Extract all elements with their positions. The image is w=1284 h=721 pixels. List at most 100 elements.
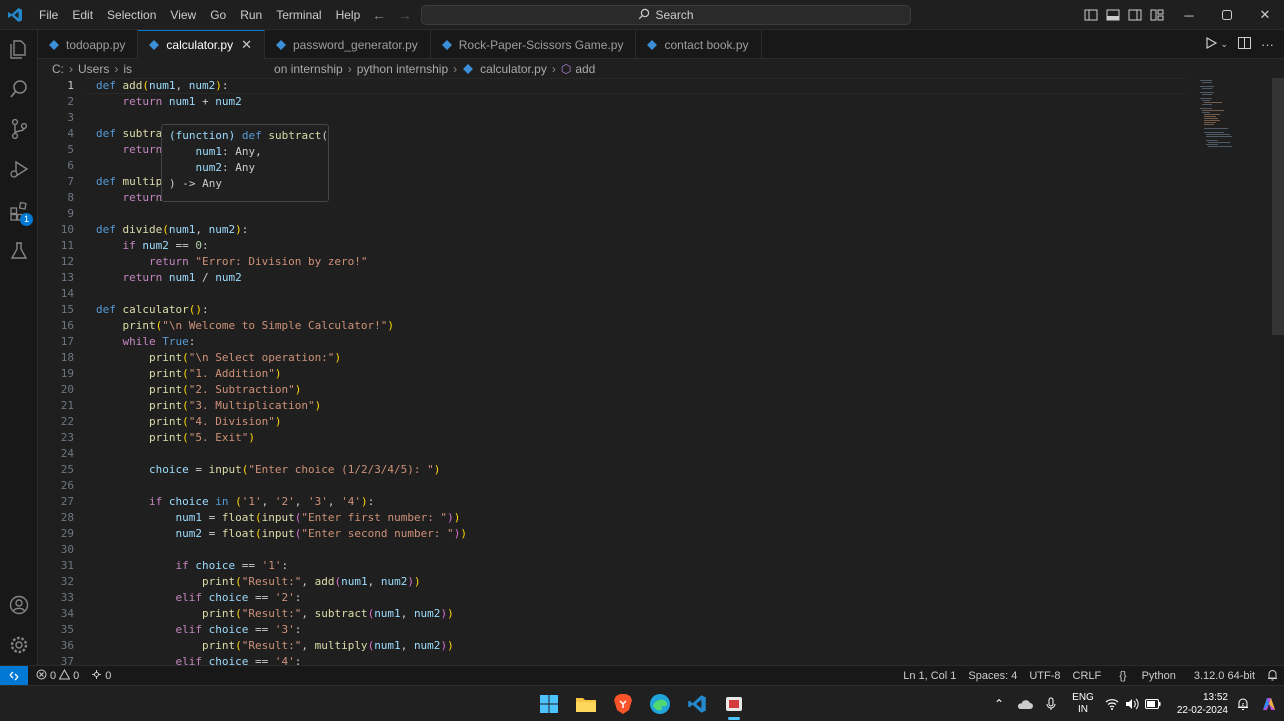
language-mode[interactable]: {} Python bbox=[1107, 670, 1188, 682]
code-line[interactable]: elif choice == '2': bbox=[96, 590, 301, 606]
source-control-icon[interactable] bbox=[0, 110, 38, 148]
code-line[interactable]: print("Result:", multiply(num1, num2)) bbox=[96, 638, 454, 654]
accounts-icon[interactable] bbox=[0, 586, 38, 624]
breadcrumb-symbol[interactable]: add bbox=[575, 62, 595, 76]
code-line[interactable]: def add(num1, num2): bbox=[96, 78, 229, 94]
code-line[interactable]: choice = input("Enter choice (1/2/3/4/5)… bbox=[96, 462, 440, 478]
breadcrumb-internship[interactable]: on internship bbox=[274, 62, 343, 76]
code-line[interactable]: print("1. Addition") bbox=[96, 366, 281, 382]
microphone-icon[interactable] bbox=[1038, 697, 1064, 711]
tab-rock-paper-scissors[interactable]: Rock-Paper-Scissors Game.py bbox=[431, 30, 637, 59]
vertical-scrollbar[interactable] bbox=[1272, 78, 1284, 335]
code-line[interactable]: return num1 + num2 bbox=[96, 94, 242, 110]
breadcrumb-drive[interactable]: C: bbox=[52, 62, 64, 76]
end-of-line[interactable]: CRLF bbox=[1067, 670, 1108, 682]
tab-password-generator[interactable]: password_generator.py bbox=[265, 30, 431, 59]
copilot-icon[interactable] bbox=[1254, 694, 1284, 714]
toggle-secondary-sidebar-icon[interactable] bbox=[1128, 8, 1142, 22]
menu-run[interactable]: Run bbox=[233, 4, 269, 26]
code-line[interactable]: elif choice == '4': bbox=[96, 654, 301, 665]
code-line[interactable]: return num1 / num2 bbox=[96, 270, 242, 286]
code-line[interactable]: if choice == '1': bbox=[96, 558, 288, 574]
code-line[interactable]: if num2 == 0: bbox=[96, 238, 209, 254]
ports-indicator[interactable]: 0 bbox=[91, 669, 111, 683]
python-interpreter[interactable]: 3.12.0 64-bit bbox=[1188, 670, 1261, 682]
tab-todoapp[interactable]: todoapp.py bbox=[38, 30, 139, 59]
indentation[interactable]: Spaces: 4 bbox=[962, 670, 1023, 682]
testing-icon[interactable] bbox=[0, 232, 38, 270]
back-arrow-icon[interactable]: ← bbox=[372, 7, 386, 23]
status-problems[interactable]: 0 0 0 bbox=[36, 668, 111, 683]
clock[interactable]: 13:52 22-02-2024 bbox=[1164, 691, 1232, 717]
battery-icon[interactable] bbox=[1142, 698, 1164, 709]
code-line[interactable]: num2 = float(input("Enter second number:… bbox=[96, 526, 466, 542]
edge-browser-icon[interactable] bbox=[647, 691, 673, 717]
search-sidebar-icon[interactable] bbox=[0, 70, 38, 108]
onedrive-cloud-icon[interactable] bbox=[1012, 698, 1038, 710]
more-actions-icon[interactable]: ··· bbox=[1261, 37, 1274, 52]
show-hidden-icons-chevron-icon[interactable]: ⌃ bbox=[986, 697, 1012, 711]
minimap[interactable] bbox=[1196, 78, 1246, 148]
code-line[interactable]: if choice in ('1', '2', '3', '4'): bbox=[96, 494, 374, 510]
breadcrumb-partial[interactable]: is bbox=[123, 62, 132, 76]
code-line[interactable]: print("Result:", subtract(num1, num2)) bbox=[96, 606, 454, 622]
explorer-icon[interactable] bbox=[0, 30, 38, 68]
code-line[interactable]: print("2. Subtraction") bbox=[96, 382, 301, 398]
close-tab-icon[interactable]: ✕ bbox=[241, 37, 252, 53]
extensions-icon[interactable]: 1 bbox=[0, 192, 38, 230]
run-debug-icon[interactable] bbox=[0, 150, 38, 188]
breadcrumb-file[interactable]: calculator.py bbox=[480, 62, 547, 76]
code-line[interactable]: print("\n Welcome to Simple Calculator!"… bbox=[96, 318, 395, 334]
toggle-primary-sidebar-icon[interactable] bbox=[1084, 8, 1098, 22]
close-window-icon[interactable]: ✕ bbox=[1246, 0, 1284, 30]
snipping-tool-icon[interactable] bbox=[721, 691, 747, 717]
menu-file[interactable]: File bbox=[32, 4, 65, 26]
run-dropdown-chevron-icon[interactable]: ⌄ bbox=[1220, 39, 1228, 50]
vscode-taskbar-icon[interactable] bbox=[684, 691, 710, 717]
code-line[interactable]: while True: bbox=[96, 334, 196, 350]
menu-help[interactable]: Help bbox=[329, 4, 368, 26]
menu-selection[interactable]: Selection bbox=[100, 4, 163, 26]
run-python-file-icon[interactable] bbox=[1205, 36, 1218, 52]
tab-contact-book[interactable]: contact book.py bbox=[636, 30, 762, 59]
manage-gear-icon[interactable] bbox=[0, 626, 38, 664]
customize-layout-icon[interactable] bbox=[1150, 8, 1164, 22]
code-editor[interactable]: 1 2 3 4 5 6 7 8 9 10 11 12 13 14 15 16 17 18 19 20 21 22 23 24 2… bbox=[38, 78, 1284, 665]
code-line[interactable]: print("3. Multiplication") bbox=[96, 398, 321, 414]
menu-view[interactable]: View bbox=[163, 4, 203, 26]
breadcrumb-users[interactable]: Users bbox=[78, 62, 109, 76]
windows-start-icon[interactable] bbox=[536, 691, 562, 717]
notification-center-icon[interactable]: z bbox=[1232, 697, 1254, 711]
menu-go[interactable]: Go bbox=[203, 4, 233, 26]
wifi-icon[interactable] bbox=[1102, 698, 1122, 710]
encoding[interactable]: UTF-8 bbox=[1023, 670, 1066, 682]
problems-indicator[interactable]: 0 0 bbox=[36, 668, 79, 683]
input-language-indicator[interactable]: ENG IN bbox=[1064, 692, 1102, 716]
code-line[interactable]: def divide(num1, num2): bbox=[96, 222, 248, 238]
line-number: 12 bbox=[60, 255, 74, 268]
minimize-icon[interactable]: ─ bbox=[1170, 0, 1208, 30]
code-line[interactable]: print("\n Select operation:") bbox=[96, 350, 341, 366]
tab-calculator[interactable]: calculator.py ✕ bbox=[138, 30, 265, 59]
file-explorer-icon[interactable] bbox=[573, 691, 599, 717]
code-line[interactable]: def calculator(): bbox=[96, 302, 209, 318]
command-center-search[interactable]: Search bbox=[421, 5, 911, 25]
code-line[interactable]: num1 = float(input("Enter first number: … bbox=[96, 510, 460, 526]
toggle-panel-icon[interactable] bbox=[1106, 8, 1120, 22]
split-editor-icon[interactable] bbox=[1238, 37, 1251, 52]
brave-browser-icon[interactable] bbox=[610, 691, 636, 717]
cursor-position[interactable]: Ln 1, Col 1 bbox=[897, 670, 962, 682]
menu-terminal[interactable]: Terminal bbox=[269, 4, 328, 26]
forward-arrow-icon[interactable]: → bbox=[398, 7, 412, 23]
code-line[interactable]: print("4. Division") bbox=[96, 414, 281, 430]
volume-icon[interactable] bbox=[1122, 698, 1142, 710]
remote-indicator-icon[interactable] bbox=[0, 665, 28, 686]
code-line[interactable]: elif choice == '3': bbox=[96, 622, 301, 638]
menu-edit[interactable]: Edit bbox=[65, 4, 100, 26]
code-line[interactable]: print("Result:", add(num1, num2)) bbox=[96, 574, 421, 590]
code-line[interactable]: return "Error: Division by zero!" bbox=[96, 254, 368, 270]
breadcrumb-folder[interactable]: python internship bbox=[357, 62, 448, 76]
notifications-bell-icon[interactable] bbox=[1261, 669, 1284, 684]
code-line[interactable]: print("5. Exit") bbox=[96, 430, 255, 446]
restore-icon[interactable] bbox=[1208, 0, 1246, 30]
